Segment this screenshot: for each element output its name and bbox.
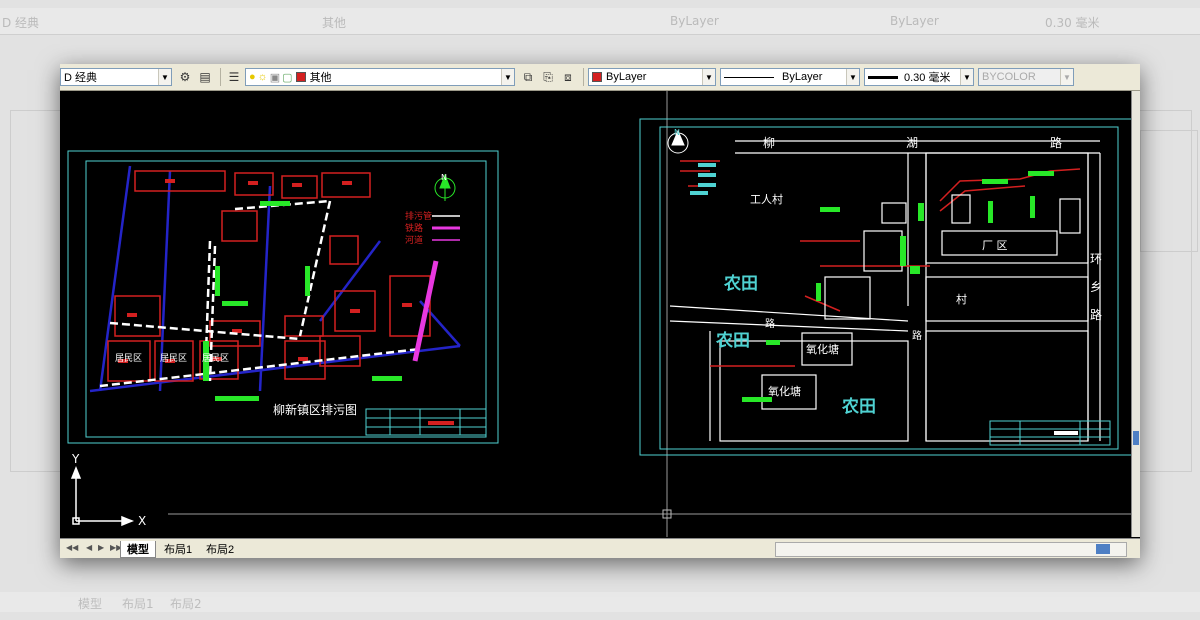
linetype-value: ByLayer [782, 71, 823, 83]
tab-layout1[interactable]: 布局1 [158, 541, 198, 557]
farmland-label-2: 农田 [715, 330, 750, 351]
lineweight-sample [868, 75, 898, 79]
ghost-tab-layout1: 布局1 [122, 597, 154, 611]
chevron-down-icon[interactable]: ▼ [846, 69, 859, 85]
chevron-down-icon[interactable]: ▼ [158, 69, 171, 85]
tab-model[interactable]: 模型 [120, 541, 156, 558]
right-cyan-labels [690, 163, 716, 195]
chevron-down-icon[interactable]: ▼ [960, 69, 973, 85]
lightbulb-icon: ● [249, 71, 256, 83]
color-swatch [592, 72, 602, 82]
lineweight-value: 0.30 毫米 [904, 72, 951, 84]
ucs-x-label: X [138, 514, 146, 528]
ghost-tab-layout2: 布局2 [170, 597, 202, 611]
ring-road-label-2: 乡 [1090, 280, 1102, 294]
tab-layout2[interactable]: 布局2 [200, 541, 240, 557]
separator [583, 68, 584, 86]
linetype-sample [724, 76, 774, 78]
next-tab-icon[interactable]: ▶ [98, 543, 104, 552]
road-label-2: 湖 [906, 135, 918, 150]
farmland-label-1: 农田 [723, 273, 758, 294]
factory-label: 厂 区 [982, 239, 1008, 252]
ghost-toolbar: D 经典 其他 ByLayer ByLayer 0.30 毫米 [0, 8, 1200, 35]
layer-previous-icon[interactable]: ⎘ [539, 68, 557, 86]
scrollbar-thumb[interactable] [1096, 544, 1110, 554]
ghost-lineweight: 0.30 毫米 [1045, 16, 1100, 30]
right-buildings [761, 194, 1081, 410]
ghost-tab-model: 模型 [78, 597, 103, 611]
drawing-svg[interactable]: 居民区 居民区 居民区 排污管 铁路 河道 N 柳新镇区排污图 N 柳 湖 路 … [60, 91, 1133, 537]
left-outer-frame [67, 150, 499, 444]
oxidation-pond-label-2: 氧化塘 [768, 384, 801, 398]
left-title-block [365, 408, 487, 436]
linetype-dropdown[interactable]: ByLayer ▼ [720, 68, 860, 86]
properties-toolbar: D 经典 ▼ ⚙ ▤ ☰ ● ☼ ▣ ▢ 其他 ▼ ⧉ ⎘ ⧈ ByLayer … [60, 64, 1140, 91]
ucs-y-label: Y [71, 452, 80, 466]
right-north-label: N [674, 128, 680, 137]
road-label-mid: 路 [765, 317, 775, 330]
road-label-3: 路 [1050, 135, 1062, 150]
scrollbar-thumb[interactable] [1133, 431, 1139, 445]
first-tab-icon[interactable]: ◀◀ [66, 543, 78, 552]
toolbar-icon[interactable]: ▤ [196, 68, 214, 86]
legend-label-sewer: 排污管 [405, 210, 432, 222]
ghost-tabbar: 模型 布局1 布局2 [0, 592, 1200, 612]
layer-manager-icon[interactable]: ☰ [225, 68, 243, 86]
drawing-canvas[interactable]: 居民区 居民区 居民区 排污管 铁路 河道 N 柳新镇区排污图 N 柳 湖 路 … [60, 91, 1133, 537]
road-label-1: 柳 [763, 136, 775, 150]
chevron-down-icon[interactable]: ▼ [702, 69, 715, 85]
ring-road-label-3: 路 [1090, 307, 1102, 322]
ghost-layer: 其他 [322, 16, 347, 30]
ghost-frame [1140, 130, 1198, 252]
ghost-color: ByLayer [670, 14, 719, 28]
color-value: ByLayer [606, 71, 647, 83]
layout-tabbar: ◀◀ ◀ ▶ ▶▶ 模型 布局1 布局2 [60, 538, 1140, 558]
layer-states-icon[interactable]: ⧈ [559, 68, 577, 86]
ghost-linetype: ByLayer [890, 14, 939, 28]
workspace-value: D 经典 [64, 72, 97, 84]
left-north-label: N [441, 173, 447, 182]
left-title-block-mark [428, 421, 454, 425]
legend-label-river: 河道 [405, 234, 423, 246]
chevron-down-icon[interactable]: ▼ [1060, 69, 1073, 85]
layer-color-swatch [295, 72, 306, 82]
left-zone-label-3: 居民区 [202, 353, 229, 364]
cad-window: D 经典 ▼ ⚙ ▤ ☰ ● ☼ ▣ ▢ 其他 ▼ ⧉ ⎘ ⧈ ByLayer … [60, 64, 1140, 558]
layer-dropdown[interactable]: ● ☼ ▣ ▢ 其他 ▼ [245, 68, 515, 86]
right-green-markers [742, 171, 1054, 402]
chevron-down-icon[interactable]: ▼ [501, 69, 514, 85]
workspace-dropdown[interactable]: D 经典 ▼ [60, 68, 172, 86]
color-dropdown[interactable]: ByLayer ▼ [588, 68, 716, 86]
gear-icon[interactable]: ⚙ [176, 68, 194, 86]
farmland-label-3: 农田 [841, 396, 876, 417]
layer-name: 其他 [309, 72, 332, 84]
ucs-icon [70, 465, 135, 527]
horizontal-scrollbar[interactable] [775, 542, 1127, 557]
left-drawing-title: 柳新镇区排污图 [273, 402, 357, 417]
legend-label-rail: 铁路 [405, 222, 423, 234]
separator [220, 68, 221, 86]
lineweight-dropdown[interactable]: 0.30 毫米 ▼ [864, 68, 974, 86]
sun-icon: ☼ [257, 71, 268, 83]
prev-tab-icon[interactable]: ◀ [86, 543, 92, 552]
left-zone-label-2: 居民区 [160, 353, 187, 364]
make-current-layer-icon[interactable]: ⧉ [519, 68, 537, 86]
ring-road-label-1: 环 [1090, 252, 1102, 266]
lock-icon: ▣ [269, 71, 281, 84]
village2-label: 村 [956, 292, 967, 306]
left-pipes [99, 199, 421, 388]
plotstyle-dropdown[interactable]: BYCOLOR ▼ [978, 68, 1074, 86]
right-title-block-mark [1054, 431, 1078, 435]
vertical-scrollbar[interactable] [1131, 91, 1140, 537]
left-zone-label-1: 居民区 [115, 353, 142, 364]
left-roads [89, 165, 461, 393]
ghost-workspace: D 经典 [2, 16, 40, 30]
right-outer-frame [639, 118, 1133, 456]
left-legend: 排污管 铁路 河道 [405, 210, 460, 246]
print-icon: ▢ [282, 71, 293, 84]
plotstyle-value: BYCOLOR [982, 71, 1036, 83]
village-label: 工人村 [750, 192, 783, 206]
road-label-mid2: 路 [912, 329, 922, 342]
oxidation-pond-label-1: 氧化塘 [806, 342, 839, 356]
